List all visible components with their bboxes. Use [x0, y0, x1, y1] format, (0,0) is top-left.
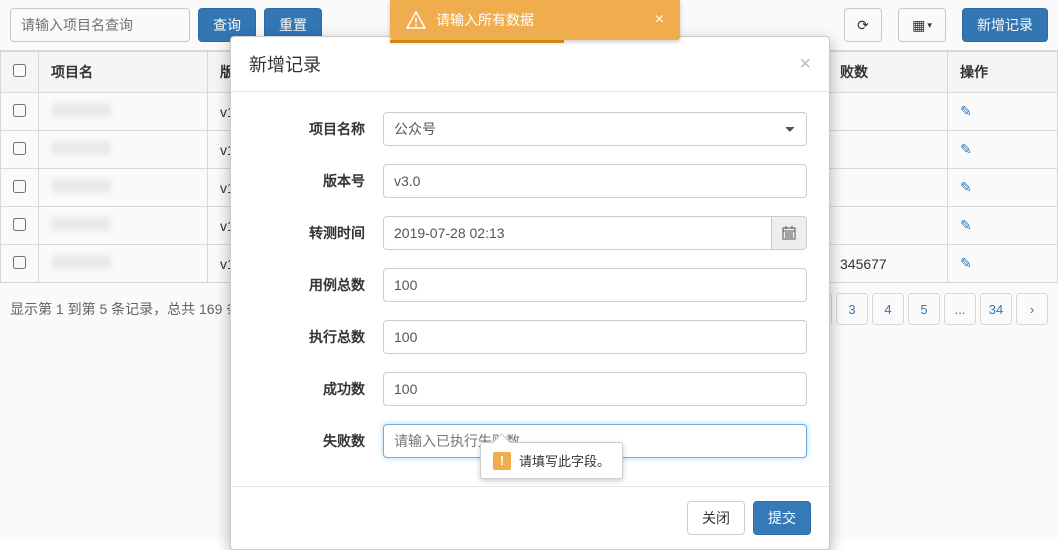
validation-tooltip: ! 请填写此字段。: [480, 442, 623, 479]
submit-button[interactable]: 提交: [753, 501, 811, 535]
modal-title: 新增记录: [249, 51, 321, 77]
toast-message: 请输入所有数据: [436, 10, 534, 30]
calendar-button[interactable]: [772, 216, 807, 250]
calendar-icon: [782, 226, 796, 240]
label-version: 版本号: [253, 171, 383, 191]
warning-icon: [406, 10, 426, 30]
label-exec-total: 执行总数: [253, 327, 383, 347]
label-total-cases: 用例总数: [253, 275, 383, 295]
modal-close-footer-button[interactable]: 关闭: [687, 501, 745, 535]
time-input[interactable]: [383, 216, 772, 250]
label-project: 项目名称: [253, 119, 383, 139]
project-select[interactable]: 公众号: [383, 112, 807, 146]
modal-close-button[interactable]: ×: [799, 53, 811, 76]
modal-footer: 关闭 提交: [231, 486, 829, 549]
warning-toast: 请输入所有数据 ×: [390, 0, 680, 40]
label-success: 成功数: [253, 379, 383, 399]
success-input[interactable]: [383, 372, 807, 406]
version-input[interactable]: [383, 164, 807, 198]
toast-close-button[interactable]: ×: [655, 11, 664, 29]
total-cases-input[interactable]: [383, 268, 807, 302]
modal-header: 新增记录 ×: [231, 37, 829, 92]
validation-message: 请填写此字段。: [519, 451, 610, 470]
exclamation-icon: !: [493, 452, 511, 470]
toast-progress: [390, 40, 564, 43]
modal-body: 项目名称 公众号 版本号 转测时间: [231, 92, 829, 486]
exec-total-input[interactable]: [383, 320, 807, 354]
label-fail: 失败数: [253, 431, 383, 451]
label-time: 转测时间: [253, 223, 383, 243]
